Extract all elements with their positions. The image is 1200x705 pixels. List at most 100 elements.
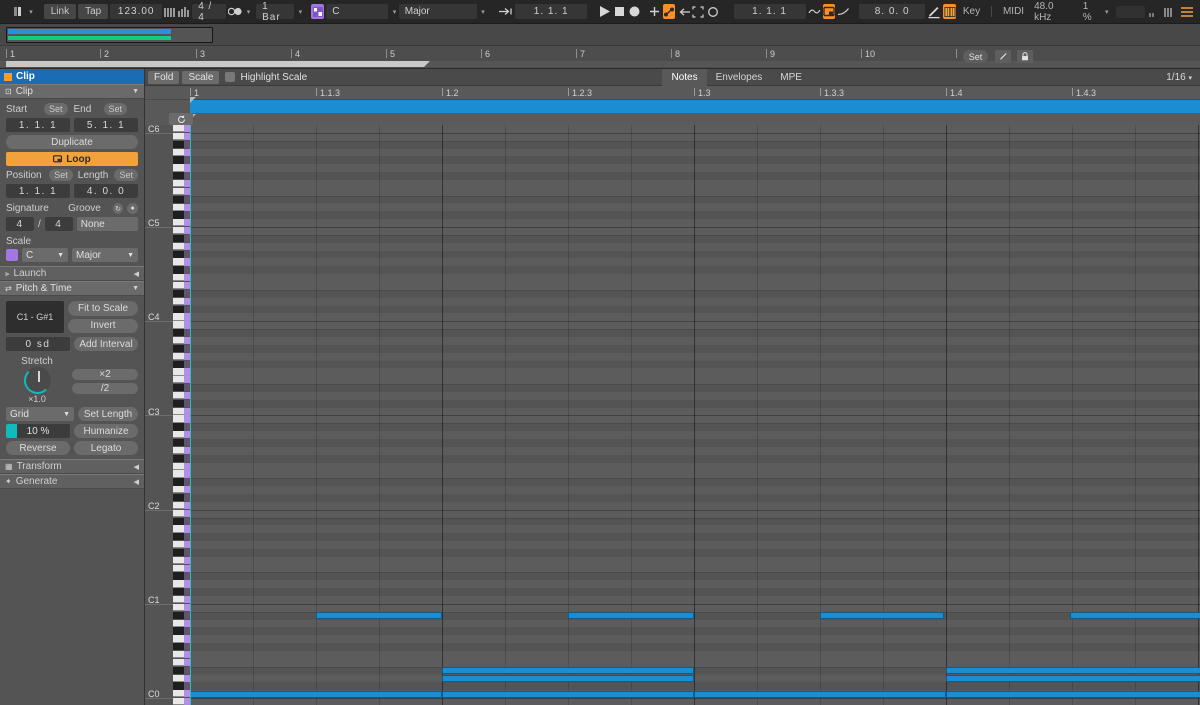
fit-to-scale-button[interactable]: Fit to Scale <box>68 301 138 316</box>
metronome-pattern-icon[interactable] <box>228 4 242 19</box>
note-row[interactable] <box>190 274 1200 282</box>
piano-key-black[interactable] <box>173 478 184 486</box>
note-row[interactable] <box>190 454 1200 463</box>
legato-button[interactable]: Legato <box>74 441 138 455</box>
midi-note[interactable] <box>442 675 694 682</box>
piano-keyboard[interactable]: C6 C5 C4 C3 C2 C1 C0 <box>145 124 190 705</box>
note-row[interactable] <box>190 604 1200 612</box>
piano-key-black[interactable] <box>173 682 184 690</box>
transform-section-header[interactable]: ▦ Transform ◀ <box>0 459 144 474</box>
note-row[interactable] <box>190 486 1200 494</box>
chevron-down-icon[interactable]: ▼ <box>132 88 139 95</box>
note-row[interactable] <box>190 172 1200 180</box>
set-locator-button[interactable]: Set <box>963 50 988 63</box>
midi-note[interactable] <box>568 612 694 620</box>
note-row[interactable] <box>190 368 1200 376</box>
clip-panel-title[interactable]: Clip <box>0 69 144 84</box>
midi-note[interactable] <box>820 612 944 620</box>
computer-midi-keyboard-icon[interactable] <box>943 4 956 19</box>
piano-key-black[interactable] <box>173 439 184 447</box>
note-row[interactable] <box>190 266 1200 275</box>
position-value-field[interactable]: 1. 1. 1 <box>6 184 70 198</box>
note-row[interactable] <box>190 423 1200 432</box>
metronome-dropdown-icon[interactable]: ▾ <box>27 8 36 16</box>
piano-key-black[interactable] <box>173 666 184 674</box>
piano-key-black[interactable] <box>173 454 184 462</box>
humanize-button[interactable]: Humanize <box>74 424 138 438</box>
note-row[interactable] <box>190 399 1200 408</box>
note-row[interactable] <box>190 140 1200 149</box>
note-row[interactable] <box>190 180 1200 188</box>
chevron-left-icon[interactable]: ◀ <box>134 478 139 486</box>
time-signature-field[interactable]: 4 / 4 <box>192 1 227 23</box>
midi-note[interactable] <box>1070 612 1200 620</box>
note-row[interactable] <box>190 635 1200 643</box>
note-row[interactable] <box>190 188 1200 196</box>
piano-key-black[interactable] <box>173 329 184 337</box>
piano-key-black[interactable] <box>173 289 184 298</box>
loop-switch-icon[interactable] <box>822 4 836 19</box>
piano-key-black[interactable] <box>173 195 184 203</box>
note-row[interactable] <box>190 250 1200 259</box>
reverse-button[interactable]: Reverse <box>6 441 70 455</box>
midi-note[interactable] <box>694 690 946 698</box>
tap-tempo-button[interactable]: Tap <box>78 4 109 19</box>
note-row[interactable] <box>190 548 1200 557</box>
note-row[interactable] <box>190 565 1200 573</box>
key-map-label[interactable]: Key <box>958 4 985 19</box>
chevron-down-icon[interactable]: ▼ <box>132 285 139 292</box>
metronome-pattern-dropdown-icon[interactable]: ▾ <box>244 8 253 16</box>
launch-section-header[interactable]: ⫸ Launch ◀ <box>0 266 144 281</box>
note-row[interactable] <box>190 643 1200 651</box>
note-row[interactable] <box>190 620 1200 628</box>
note-row[interactable] <box>190 376 1200 384</box>
midi-note[interactable] <box>946 690 1200 698</box>
follow-icon[interactable] <box>499 4 513 19</box>
piano-key-black[interactable] <box>173 533 184 541</box>
lock-icon[interactable] <box>1017 50 1033 63</box>
groove-select[interactable]: None <box>76 217 138 231</box>
chevron-down-icon[interactable]: ▼ <box>127 252 134 259</box>
loop-length-field[interactable]: 8. 0. 0 <box>859 4 926 19</box>
note-row[interactable] <box>190 204 1200 212</box>
grid-select[interactable]: Grid ▼ <box>6 407 74 421</box>
note-row[interactable] <box>190 580 1200 588</box>
clip-fold-strip[interactable] <box>190 113 1200 125</box>
note-row[interactable] <box>190 305 1200 314</box>
note-row[interactable] <box>190 541 1200 549</box>
note-row[interactable] <box>190 195 1200 204</box>
note-row[interactable] <box>190 478 1200 487</box>
piano-key-black[interactable] <box>173 266 184 274</box>
session-record-icon[interactable] <box>707 4 720 19</box>
stretch-times-two-button[interactable]: ×2 <box>72 369 138 380</box>
metronome-icon[interactable] <box>12 4 25 19</box>
note-row[interactable] <box>190 149 1200 157</box>
record-icon[interactable] <box>628 4 641 19</box>
note-row[interactable] <box>190 572 1200 581</box>
draw-mode-icon[interactable] <box>927 4 941 19</box>
note-row[interactable] <box>190 227 1200 235</box>
loop-toggle-button[interactable]: Loop <box>6 152 138 166</box>
note-row[interactable] <box>190 659 1200 667</box>
main-menu-icon[interactable] <box>1180 4 1194 19</box>
clip-section-header[interactable]: ⊡ Clip ▼ <box>0 84 144 99</box>
back-to-arrangement-icon[interactable] <box>677 4 690 19</box>
quantization-dropdown-icon[interactable]: ▾ <box>296 8 305 16</box>
piano-key-black[interactable] <box>173 548 184 557</box>
tab-mpe[interactable]: MPE <box>771 69 811 86</box>
punch-out-icon[interactable] <box>837 4 850 19</box>
add-interval-button[interactable]: Add Interval <box>74 337 138 351</box>
chevron-down-icon[interactable]: ▼ <box>63 411 70 418</box>
clip-time-strip[interactable] <box>190 100 1200 113</box>
note-grid[interactable] <box>190 125 1200 705</box>
tempo-field[interactable]: 123.00 <box>110 4 163 19</box>
piano-key-black[interactable] <box>173 572 184 580</box>
note-row[interactable] <box>190 596 1200 604</box>
note-row[interactable] <box>190 321 1200 329</box>
tempo-nudge-down-icon[interactable] <box>164 7 176 17</box>
arrangement-scroll-thumb[interactable] <box>6 61 430 67</box>
clip-color-swatch[interactable] <box>4 72 12 81</box>
start-set-button[interactable]: Set <box>44 103 68 115</box>
link-button[interactable]: Link <box>43 4 77 19</box>
start-value-field[interactable]: 1. 1. 1 <box>6 118 70 132</box>
